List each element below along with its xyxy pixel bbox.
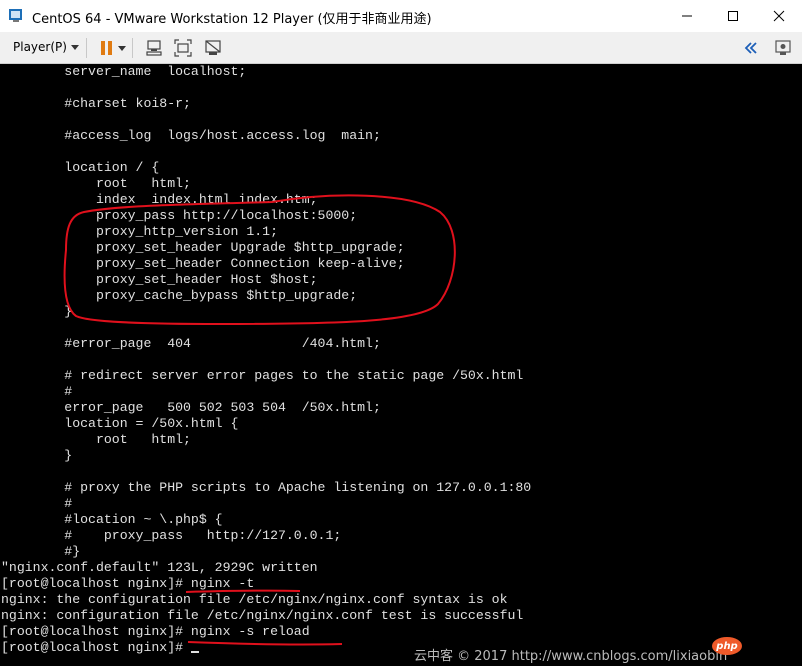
underline-nginx-reload [187, 641, 343, 646]
underline-nginx-t [185, 589, 301, 593]
watermark-text: 云中客 © 2017 http://www.cnblogs.com/lixiao… [414, 649, 728, 664]
red-annotations [63, 194, 456, 646]
highlight-circle [63, 194, 456, 326]
php-logo-icon: php [712, 637, 742, 655]
